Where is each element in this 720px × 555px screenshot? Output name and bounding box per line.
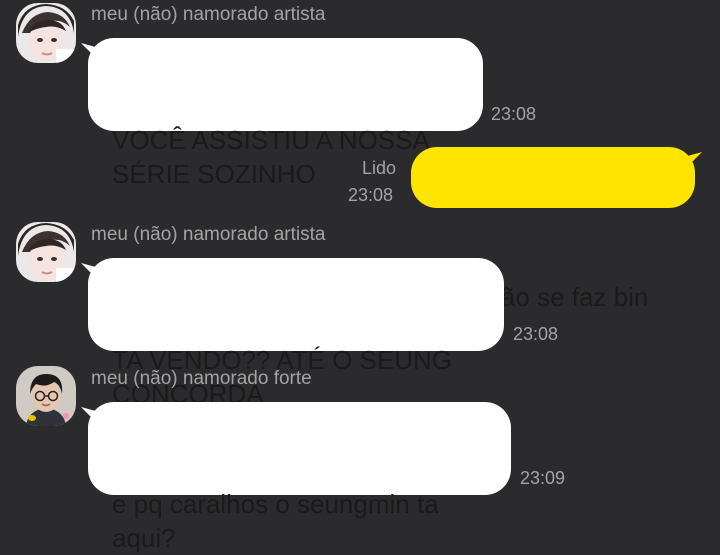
sender-name: meu (não) namorado artista [91, 224, 326, 245]
bubble-tail-icon [680, 152, 702, 174]
message-time: 23:08 [348, 185, 394, 205]
sender-name: meu (não) namorado forte [91, 368, 312, 389]
message-bubble[interactable]: VOCÊ ASSISTIU A NOSSA SÉRIE SOZINHO [81, 38, 483, 189]
message-text: e pq caralhos o seungmin ta aqui? [112, 489, 439, 553]
message-text: VOCÊ ASSISTIU A NOSSA SÉRIE SOZINHO [112, 125, 430, 189]
avatar-artista[interactable] [16, 222, 76, 282]
bubble-tail-icon [81, 263, 103, 285]
profile-photo-icon [16, 366, 76, 426]
sender-name: meu (não) namorado artista [91, 4, 326, 25]
profile-photo-icon [16, 222, 76, 282]
message-time: 23:08 [513, 324, 559, 344]
profile-photo-icon [16, 3, 76, 63]
bubble-tail-icon [81, 43, 103, 65]
avatar-artista[interactable] [16, 3, 76, 63]
message-time: 23:08 [491, 104, 537, 124]
message-time: 23:09 [520, 468, 566, 488]
message-bubble[interactable]: e pq caralhos o seungmin ta aqui? [81, 402, 511, 553]
read-receipt: Lido [362, 158, 397, 178]
message-bubble-outgoing[interactable]: isso não se faz bin [411, 147, 702, 312]
message-bubble[interactable]: TA VENDO?? ATÉ O SEUNG CONCORDA [81, 258, 504, 409]
avatar-forte[interactable] [16, 366, 76, 426]
bubble-tail-icon [81, 407, 103, 429]
